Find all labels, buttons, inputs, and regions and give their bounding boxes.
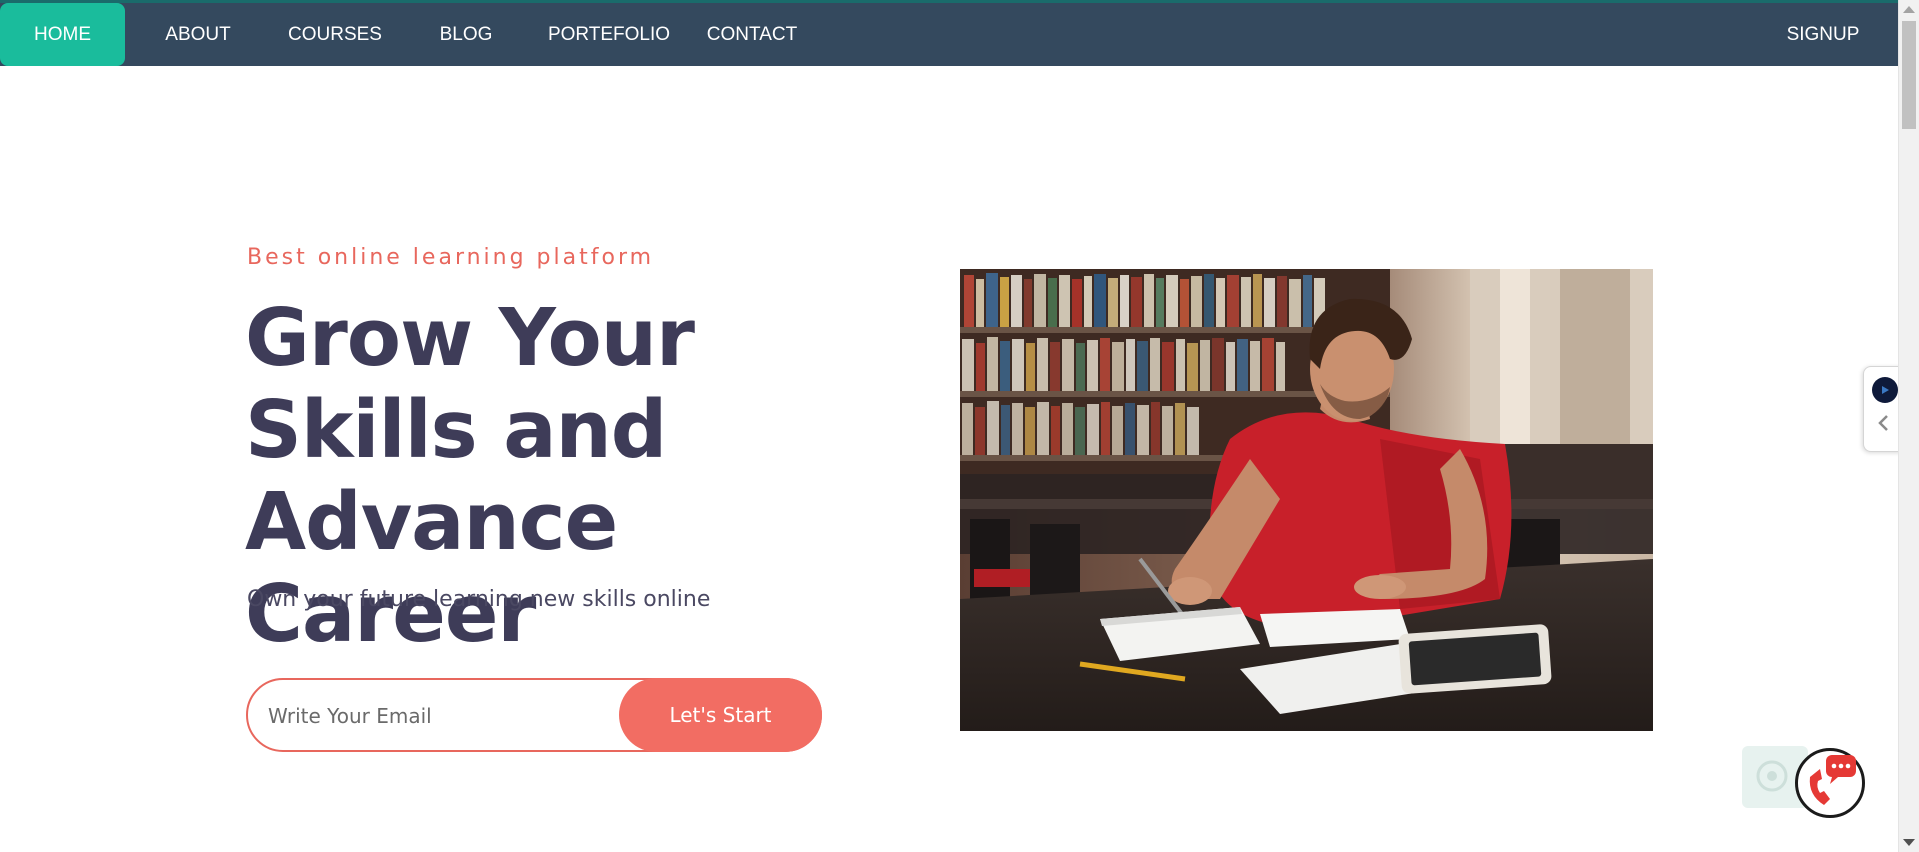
vertical-scrollbar[interactable] <box>1898 0 1919 852</box>
hero-image <box>960 269 1653 731</box>
email-input[interactable] <box>266 680 610 752</box>
scroll-thumb[interactable] <box>1902 21 1916 129</box>
nav-courses[interactable]: COURSES <box>280 3 390 66</box>
lets-start-button[interactable]: Let's Start <box>619 678 822 752</box>
scroll-up-arrow-icon[interactable] <box>1903 6 1915 13</box>
hero-tagline: Best online learning platform <box>247 245 655 270</box>
hero-subtext: Own your future learning new skills onli… <box>247 587 711 612</box>
chat-button[interactable] <box>1795 748 1865 818</box>
chevron-left-icon[interactable] <box>1874 413 1894 433</box>
nav-contact[interactable]: CONTACT <box>698 3 806 66</box>
audio-icon[interactable] <box>1872 377 1898 403</box>
scroll-down-arrow-icon[interactable] <box>1903 839 1915 846</box>
nav-portefolio[interactable]: PORTEFOLIO <box>541 3 677 66</box>
student-library-illustration <box>960 269 1653 731</box>
top-navbar: HOME ABOUT COURSES BLOG PORTEFOLIO CONTA… <box>0 0 1898 66</box>
nav-about[interactable]: ABOUT <box>154 3 242 66</box>
nav-home[interactable]: HOME <box>0 3 125 66</box>
chat-phone-icon <box>1809 755 1856 805</box>
nav-signup[interactable]: SIGNUP <box>1770 3 1876 66</box>
email-signup-form: Let's Start <box>246 678 822 752</box>
page: HOME ABOUT COURSES BLOG PORTEFOLIO CONTA… <box>0 0 1919 852</box>
side-widget[interactable] <box>1863 366 1902 452</box>
nav-blog[interactable]: BLOG <box>426 3 506 66</box>
